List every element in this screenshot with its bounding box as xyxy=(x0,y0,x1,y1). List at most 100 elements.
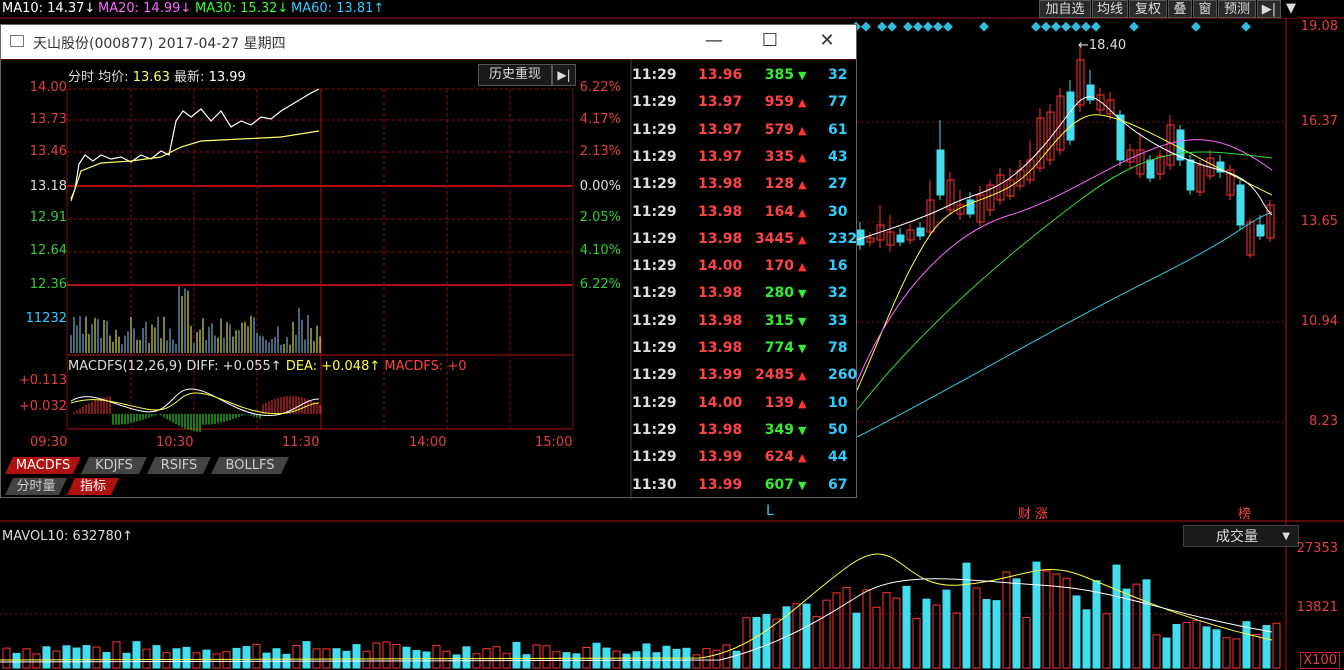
tick-row: 11:29 13.98 315 ▼ 33 xyxy=(632,308,857,335)
volume-bar xyxy=(832,592,841,669)
time-tick: 11:30 xyxy=(282,435,320,450)
tab-kdjfs[interactable]: KDJFS xyxy=(81,457,147,474)
diamond-marker-icon xyxy=(877,21,887,32)
tick-volume: 3445 xyxy=(755,230,794,247)
pct-label: 4.17% xyxy=(579,112,621,127)
event-marker[interactable]: L xyxy=(766,503,774,519)
candle-body xyxy=(936,149,945,196)
volume-bar xyxy=(852,612,861,669)
dropdown-chevron-icon[interactable]: ▼ xyxy=(1282,0,1300,18)
tick-row: 11:29 13.99 624 ▲ 44 xyxy=(632,444,857,471)
tab-intraday-volume[interactable]: 分时量 xyxy=(5,478,67,495)
diamond-marker-icon xyxy=(979,21,989,32)
tick-price: 13.98 xyxy=(698,340,743,356)
ma-settings-button[interactable]: 均线 xyxy=(1092,0,1128,18)
volume-bar xyxy=(82,645,91,669)
tick-count: 232 xyxy=(828,230,858,247)
forecast-button[interactable]: 预测 xyxy=(1218,0,1256,18)
volume-bar xyxy=(772,618,781,669)
tick-volume: 607 xyxy=(764,476,794,493)
diamond-marker-icon xyxy=(1241,21,1251,32)
volume-bar xyxy=(12,652,21,669)
rights-adjust-button[interactable]: 复权 xyxy=(1129,0,1167,18)
avg-label: 均价: xyxy=(98,70,129,85)
volume-bar xyxy=(1062,577,1071,669)
volume-bar xyxy=(452,654,461,669)
tick-time: 11:29 xyxy=(632,340,677,356)
arrow-up-icon: ▲ xyxy=(798,369,807,383)
tick-time: 11:29 xyxy=(632,203,677,220)
tick-count: 43 xyxy=(828,148,848,165)
ma30-label: MA30: 15.32↓ xyxy=(195,1,289,16)
volume-dropdown-label: 成交量 xyxy=(1216,529,1258,545)
diamond-marker-icon xyxy=(1129,21,1139,32)
volume-bar xyxy=(762,613,771,669)
diamond-marker-icon xyxy=(933,21,943,32)
tick-row: 11:29 13.98 3445 ▲ 232 xyxy=(632,226,857,253)
diamond-marker-icon xyxy=(1081,21,1091,32)
pct-label: 2.05% xyxy=(579,210,621,225)
price-label: 14.00 xyxy=(29,80,67,95)
diamond-marker-icon xyxy=(1061,21,1071,32)
price-label: 13.46 xyxy=(29,144,67,159)
diamond-marker-icon xyxy=(1191,21,1201,32)
overlay-button[interactable]: 叠 xyxy=(1168,0,1192,18)
price-label: 12.36 xyxy=(29,277,67,292)
add-watchlist-button[interactable]: 加自选 xyxy=(1039,0,1091,18)
volume-bar xyxy=(692,654,701,669)
history-replay-button[interactable]: 历史重现 xyxy=(478,64,552,86)
tick-count: 33 xyxy=(828,312,848,329)
close-icon[interactable]: ✕ xyxy=(812,31,842,53)
diamond-marker-icon xyxy=(1041,21,1051,32)
volume-bar xyxy=(1252,633,1261,669)
tick-time: 11:29 xyxy=(632,312,677,329)
last-label: 最新: xyxy=(174,70,205,85)
arrow-up-icon: ▲ xyxy=(798,205,807,219)
tick-volume: 385 xyxy=(764,67,794,83)
candle-body xyxy=(1186,159,1195,191)
volume-bar xyxy=(972,587,981,669)
volume-bar xyxy=(1082,609,1091,669)
volume-bar xyxy=(1182,622,1191,669)
tick-price: 13.98 xyxy=(698,285,743,302)
tab-bollfs[interactable]: BOLLFS xyxy=(211,457,289,474)
volume-bar xyxy=(952,612,961,669)
diamond-marker-icon xyxy=(861,21,871,32)
event-marker[interactable]: 榜 xyxy=(1238,503,1251,522)
window-button[interactable]: 窗 xyxy=(1193,0,1217,18)
tick-count: 50 xyxy=(828,421,848,438)
volume-bar xyxy=(432,644,441,669)
arrow-up-icon: ▲ xyxy=(798,396,807,410)
candle-body xyxy=(916,227,925,237)
window-title: 天山股份(000877) 2017-04-27 星期四 xyxy=(33,36,286,52)
maximize-icon[interactable]: ☐ xyxy=(755,31,785,53)
volume-bar xyxy=(242,646,251,669)
arrow-up-icon: ▲ xyxy=(798,232,807,246)
arrow-up-icon: ▲ xyxy=(798,260,807,274)
time-tick: 09:30 xyxy=(30,435,68,450)
volume-bar xyxy=(1242,621,1251,669)
volume-bar xyxy=(1032,561,1041,669)
volume-bar xyxy=(252,643,261,669)
volume-bar xyxy=(312,648,321,669)
tick-price: 13.96 xyxy=(698,67,743,83)
tab-macdfs[interactable]: MACDFS xyxy=(5,457,81,474)
tab-indicator[interactable]: 指标 xyxy=(67,478,119,495)
time-tick: 15:00 xyxy=(535,435,573,450)
tick-time: 11:29 xyxy=(632,230,677,247)
expand-panel-icon[interactable]: ▶| xyxy=(1257,0,1281,18)
tab-rsifs[interactable]: RSIFS xyxy=(147,457,211,474)
volume-bar xyxy=(642,643,651,669)
event-marker[interactable]: 财 涨 xyxy=(1018,503,1048,522)
tick-time: 11:29 xyxy=(632,148,677,165)
volume-indicator-dropdown[interactable]: 成交量 ▼ xyxy=(1183,525,1299,547)
volume-bar xyxy=(172,648,181,669)
volume-bar xyxy=(292,644,301,669)
app-icon xyxy=(10,35,24,47)
minimize-icon[interactable]: — xyxy=(699,31,729,53)
volume-bar xyxy=(732,650,741,669)
volume-bar xyxy=(922,598,931,669)
window-titlebar[interactable]: 天山股份(000877) 2017-04-27 星期四 — ☐ ✕ xyxy=(1,25,856,59)
pct-label: 2.13% xyxy=(579,144,621,159)
tick-volume: 164 xyxy=(764,203,794,220)
